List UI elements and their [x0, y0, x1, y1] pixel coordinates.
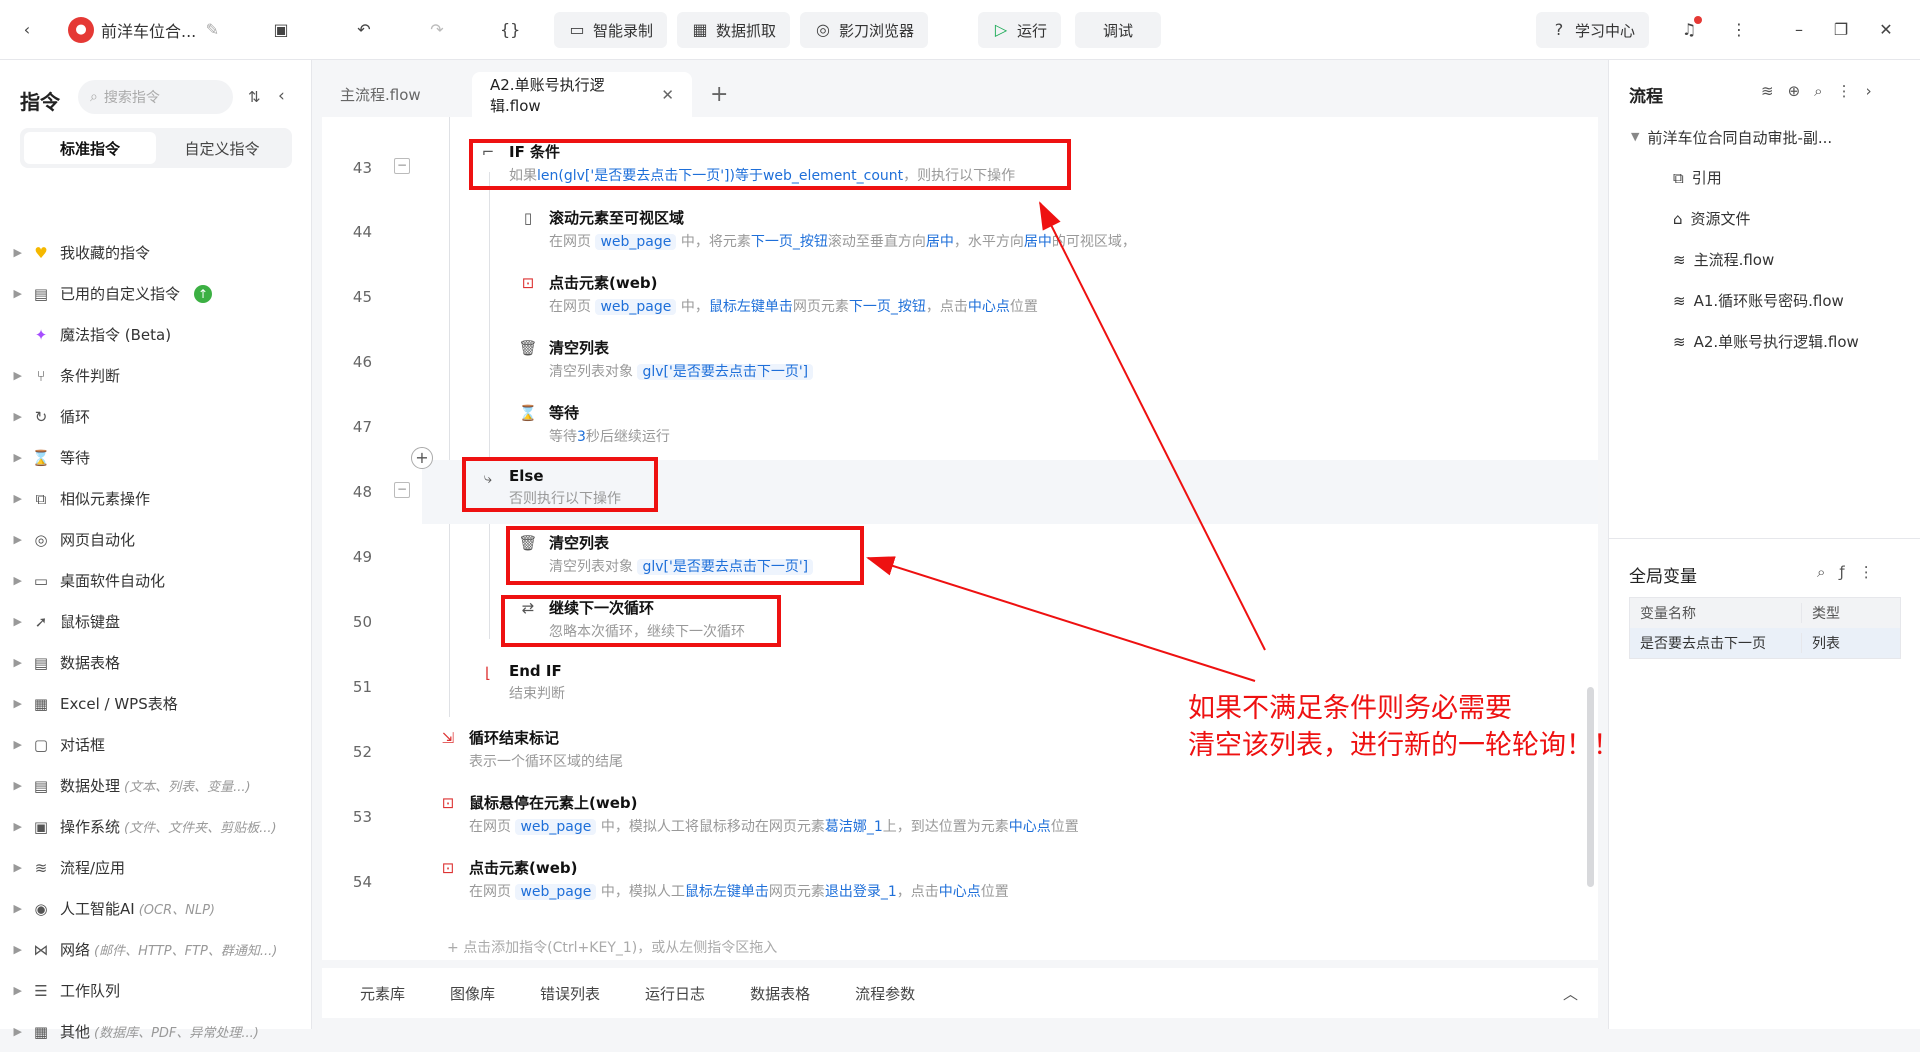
tree-item-label: A1.循环账号密码.flow: [1693, 292, 1844, 310]
more-vertical-icon[interactable]: ⋮: [1837, 82, 1852, 100]
tree-item-label: 引用: [1691, 169, 1722, 187]
link-icon: ⧉: [1673, 168, 1684, 187]
layers-icon: ≋: [1673, 250, 1686, 269]
annotation-line-1: 如果不满足条件则务必需要: [1188, 693, 1512, 724]
global-vars-title: 全局变量: [1629, 567, 1697, 587]
tree-item-label: 资源文件: [1690, 210, 1751, 228]
project-name: 前洋车位合同自动审批-副...: [1647, 129, 1833, 147]
tree-item-a1-flow[interactable]: ≋ A1.循环账号密码.flow: [1673, 290, 1844, 311]
layers-add-icon[interactable]: ≋: [1761, 82, 1774, 100]
annotation-text: 如果不满足条件则务必需要 清空该列表，进行新的一轮轮询！！！: [1188, 690, 1647, 764]
folder-icon: ⌂: [1673, 209, 1683, 228]
tree-item-label: A2.单账号执行逻辑.flow: [1693, 333, 1859, 351]
tab-run-log[interactable]: 运行日志: [645, 983, 705, 1004]
global-vars-table: 变量名称 类型 是否要去点击下一页 列表: [1629, 597, 1901, 659]
tree-item-main-flow[interactable]: ≋ 主流程.flow: [1673, 249, 1774, 270]
col-var-type: 类型: [1812, 606, 1840, 622]
more-vertical-icon[interactable]: ⋮: [1859, 563, 1874, 581]
tree-item-a2-flow[interactable]: ≋ A2.单账号执行逻辑.flow: [1673, 331, 1859, 352]
var-name-cell: 是否要去点击下一页: [1630, 633, 1802, 653]
expand-panel-icon[interactable]: ︿: [1563, 983, 1578, 1004]
var-type-cell: 列表: [1812, 636, 1840, 652]
flow-panel-actions: ≋ ⊕ ⌕ ⋮ ›: [1761, 82, 1872, 100]
table-header: 变量名称 类型: [1630, 598, 1900, 628]
flow-panel-title: 流程: [1629, 87, 1663, 107]
add-variable-icon[interactable]: ƒ: [1839, 563, 1844, 581]
tab-flow-params[interactable]: 流程参数: [855, 983, 915, 1004]
layers-icon: ≋: [1673, 332, 1686, 351]
layers-icon: ≋: [1673, 291, 1686, 310]
table-row[interactable]: 是否要去点击下一页 列表: [1630, 628, 1900, 658]
tab-image-library[interactable]: 图像库: [450, 983, 495, 1004]
module-add-icon[interactable]: ⊕: [1788, 82, 1801, 100]
tab-error-list[interactable]: 错误列表: [540, 983, 600, 1004]
flow-panel: 流程 ≋ ⊕ ⌕ ⋮ › ▼ 前洋车位合同自动审批-副... ⧉ 引用 ⌂ 资源文件 ≋ 主流程…: [1608, 60, 1920, 1029]
search-icon[interactable]: ⌕: [1817, 563, 1825, 581]
global-vars-actions: ⌕ ƒ ⋮: [1817, 563, 1874, 581]
bottom-panel-tabs: 元素库 图像库 错误列表 运行日志 数据表格 流程参数 ︿: [322, 968, 1598, 1018]
panel-divider: [1609, 538, 1920, 539]
project-tree-root[interactable]: ▼ 前洋车位合同自动审批-副...: [1631, 127, 1832, 148]
tab-element-library[interactable]: 元素库: [360, 983, 405, 1004]
tree-item-label: 主流程.flow: [1693, 251, 1775, 269]
annotation-line-2: 清空该列表，进行新的一轮轮询！！！: [1188, 730, 1647, 761]
tree-item-references[interactable]: ⧉ 引用: [1673, 167, 1722, 188]
caret-down-icon: ▼: [1631, 130, 1640, 143]
search-icon[interactable]: ⌕: [1814, 82, 1822, 100]
tab-data-table[interactable]: 数据表格: [750, 983, 810, 1004]
col-var-name: 变量名称: [1630, 603, 1802, 623]
chevron-right-icon[interactable]: ›: [1866, 82, 1872, 100]
tree-item-resources[interactable]: ⌂ 资源文件: [1673, 208, 1751, 229]
